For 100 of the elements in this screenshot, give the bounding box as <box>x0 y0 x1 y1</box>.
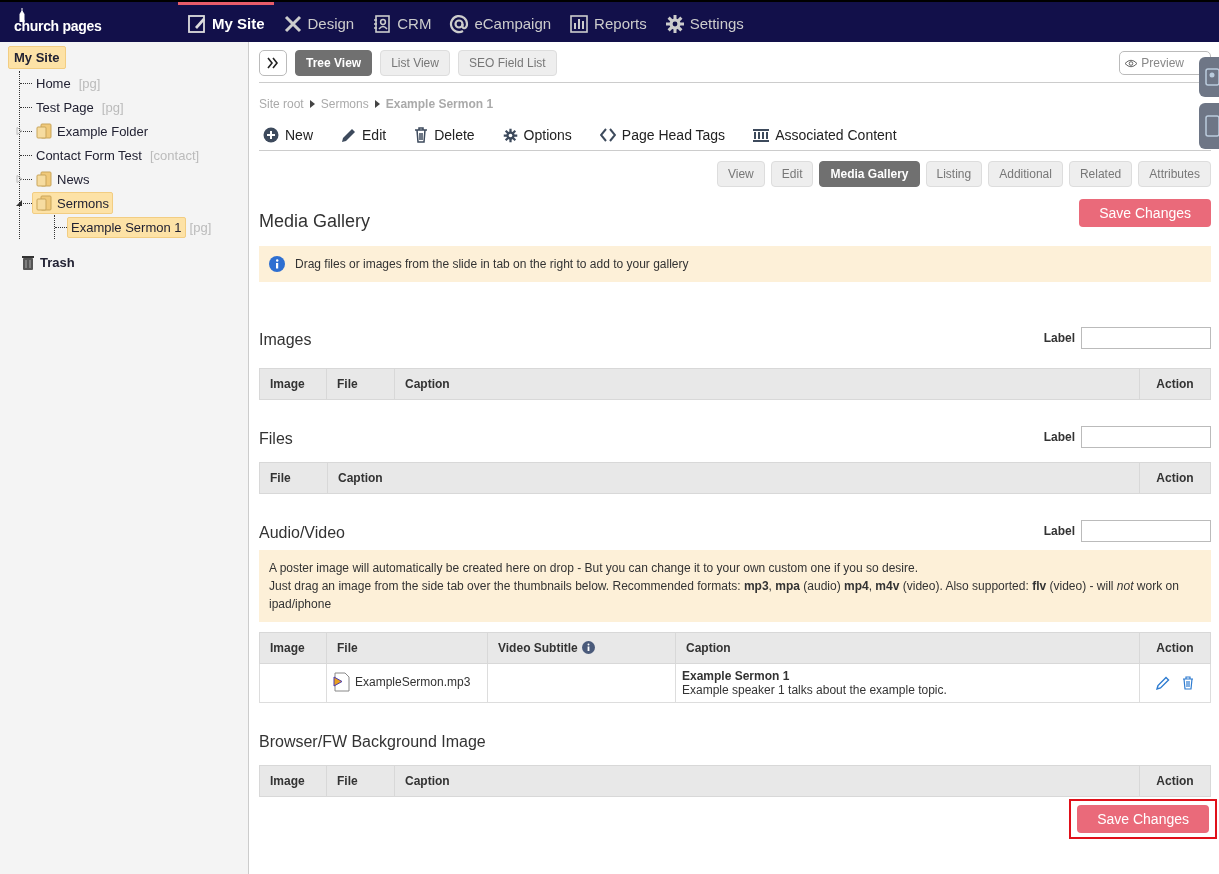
column-header: Caption <box>675 632 1140 664</box>
tree-item[interactable]: Contact Form Test <box>32 144 146 166</box>
tree-item[interactable]: Example Sermon 1 <box>67 216 186 238</box>
column-header: File <box>326 368 395 400</box>
plus-circle-icon <box>263 127 279 143</box>
content-tab[interactable]: Additional <box>988 161 1063 187</box>
column-header: Caption <box>394 765 1140 797</box>
caption-title: Example Sermon 1 <box>682 669 791 683</box>
label-caption: Label <box>1043 524 1075 538</box>
nav-tab[interactable]: eCampaign <box>440 2 561 42</box>
column-header: Caption <box>394 368 1140 400</box>
edit-page-icon <box>187 13 207 34</box>
view-mode-button[interactable]: List View <box>380 50 450 76</box>
section-title: Audio/Video <box>259 523 345 542</box>
contacts-book-icon <box>372 13 393 34</box>
content-tab[interactable]: Attributes <box>1138 161 1211 187</box>
view-mode-button[interactable]: Tree View <box>295 50 373 76</box>
caption-text: Example speaker 1 talks about the example topic. <box>682 683 948 697</box>
column-header: File <box>326 765 395 797</box>
page-title: Media Gallery <box>259 211 371 232</box>
info-icon <box>269 256 285 272</box>
double-chevron-icon <box>267 57 279 69</box>
column-header: Image <box>259 765 327 797</box>
toolbar-action[interactable]: Page Head Tags <box>599 127 726 143</box>
trash-icon <box>414 127 429 143</box>
content-tab[interactable]: Media Gallery <box>819 161 920 187</box>
at-sign-icon <box>449 13 470 34</box>
picture-icon <box>1205 68 1219 86</box>
audio-file-icon <box>333 671 351 692</box>
toolbar-action[interactable]: Delete <box>414 127 475 143</box>
settings-icon <box>664 13 685 34</box>
content-tab[interactable]: View <box>717 161 765 187</box>
pencil-icon <box>341 127 356 143</box>
column-header: Image <box>259 632 327 664</box>
bar-chart-icon <box>569 13 590 34</box>
pencil-icon[interactable] <box>1156 676 1170 690</box>
toolbar-action[interactable]: New <box>263 127 313 143</box>
tree-item[interactable]: Test Page <box>32 96 98 118</box>
trash-can-icon <box>22 255 34 270</box>
tree-item[interactable]: News <box>32 168 94 190</box>
collapsed-triangle-icon[interactable] <box>16 175 23 183</box>
nav-tab[interactable]: Reports <box>560 2 656 42</box>
page-type-tag: [contact] <box>149 147 200 163</box>
column-header: Caption <box>327 462 1140 494</box>
info-text: Drag files or images from the slide in tab on the right to add to your gallery <box>295 257 689 271</box>
column-header: File <box>326 632 488 664</box>
code-brackets-icon <box>599 128 616 142</box>
section-title: Images <box>259 330 312 349</box>
section-title: Files <box>259 429 293 448</box>
content-tab[interactable]: Listing <box>925 161 983 187</box>
toolbar-action[interactable]: Edit <box>341 127 387 143</box>
toolbar-action[interactable]: Associated Content <box>753 127 897 143</box>
folder-icon <box>36 195 52 211</box>
nav-tab[interactable]: CRM <box>363 2 441 42</box>
section-title: Browser/FW Background Image <box>259 732 486 751</box>
note-text: Just drag an image from the side tab over the thumbnails below. Recommended formats: mp3, mpa (audio) mp4, m4v (video). Also supported: flv (video) - will not work on ipad/iphone <box>269 578 1180 613</box>
column-header: Action <box>1139 368 1211 400</box>
expand-panel-button[interactable] <box>259 50 287 76</box>
label-input-field[interactable] <box>1081 426 1211 448</box>
toolbar-action[interactable]: Options <box>502 127 572 143</box>
file-name: ExampleSermon.mp3 <box>355 674 471 689</box>
image-side-tab[interactable] <box>1199 57 1219 97</box>
tree-item[interactable]: Home <box>32 72 75 94</box>
trash-icon[interactable] <box>1182 676 1194 690</box>
content-tab[interactable]: Related <box>1068 161 1133 187</box>
column-header: File <box>259 462 328 494</box>
help-icon <box>581 641 595 654</box>
column-header: Action <box>1139 462 1211 494</box>
eye-icon <box>1124 58 1139 68</box>
nav-tab[interactable]: Design <box>273 2 364 42</box>
chevron-right-icon <box>374 100 380 108</box>
settings-icon <box>502 127 518 143</box>
preview-button[interactable]: Preview <box>1119 51 1211 75</box>
column-header: Action <box>1139 765 1211 797</box>
collapsed-triangle-icon[interactable] <box>16 127 23 135</box>
column-header: Image <box>259 368 327 400</box>
content-layout-icon <box>753 128 770 142</box>
label-caption: Label <box>1043 430 1075 444</box>
tree-item[interactable]: Example Folder <box>32 120 153 142</box>
steeple-icon <box>18 8 26 22</box>
view-mode-button[interactable]: SEO Field List <box>457 50 557 76</box>
brand-logo[interactable]: church pages <box>14 18 102 34</box>
content-tab[interactable]: Edit <box>770 161 814 187</box>
note-text: A poster image will automatically be created here on drop - But you can change it to your own custom one if you so desire. <box>269 560 920 577</box>
folder-icon <box>36 123 52 139</box>
tree-item[interactable]: My Site <box>8 46 66 69</box>
trash-item[interactable]: Trash <box>40 255 75 270</box>
file-side-tab[interactable] <box>1199 103 1219 149</box>
folder-icon <box>36 171 52 187</box>
label-caption: Label <box>1043 331 1075 345</box>
label-input-field[interactable] <box>1081 327 1211 349</box>
chevron-right-icon <box>309 100 315 108</box>
tree-item[interactable]: Sermons <box>32 192 114 214</box>
column-header: Video Subtitle <box>487 632 676 664</box>
document-icon <box>1205 115 1219 137</box>
page-type-tag: [pg] <box>101 99 124 115</box>
column-header: Action <box>1139 632 1211 664</box>
nav-tab[interactable]: Settings <box>655 2 753 42</box>
label-input-field[interactable] <box>1081 520 1211 542</box>
expanded-triangle-icon[interactable] <box>16 199 23 207</box>
